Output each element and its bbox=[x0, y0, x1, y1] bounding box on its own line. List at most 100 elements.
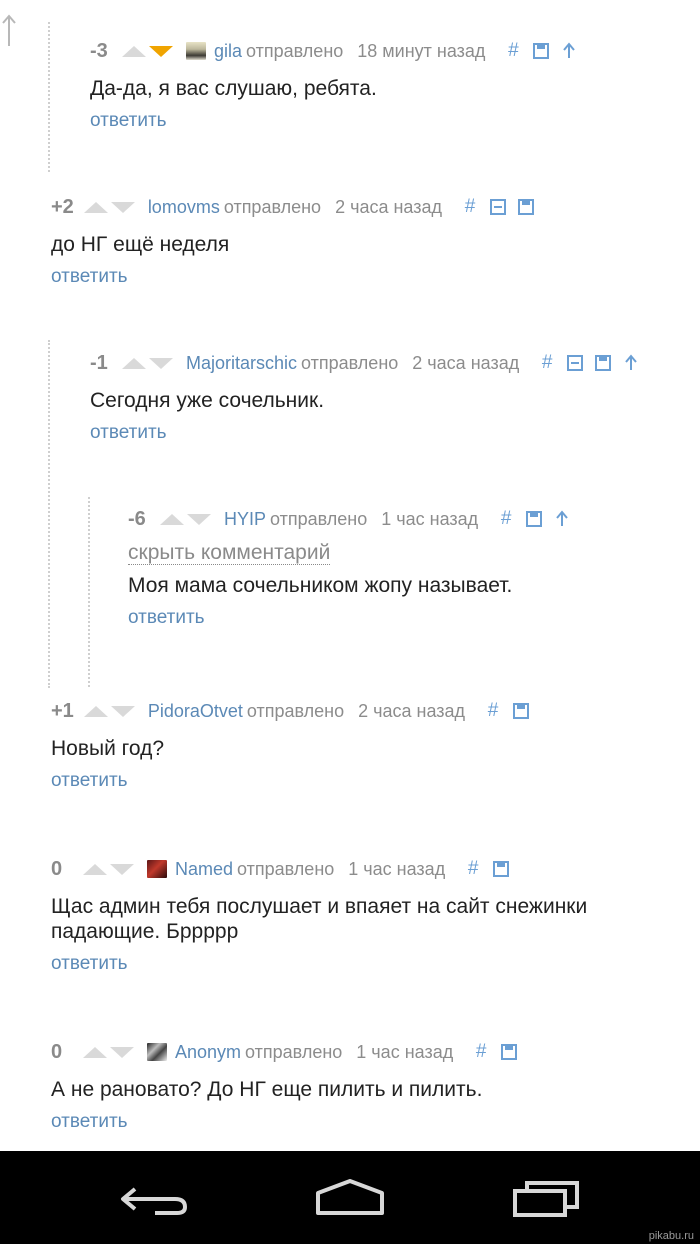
comment-text-line: падающие. Бррррр bbox=[51, 920, 239, 943]
username[interactable]: PidoraOtvet bbox=[148, 701, 243, 722]
upvote-icon[interactable] bbox=[83, 705, 108, 717]
downvote-icon[interactable] bbox=[149, 357, 173, 369]
sent-label: отправлено bbox=[246, 40, 344, 61]
floppy-icon[interactable] bbox=[591, 353, 615, 373]
username[interactable]: lomovms bbox=[148, 197, 220, 218]
thread-line bbox=[48, 22, 50, 172]
sent-label: отправлено bbox=[246, 700, 345, 721]
floppy-icon[interactable] bbox=[489, 859, 513, 879]
reply-link[interactable]: ответить bbox=[51, 266, 542, 288]
home-button-icon[interactable] bbox=[310, 1173, 390, 1223]
timestamp: 2 часа назад bbox=[358, 700, 466, 721]
permalink-icon[interactable]: # bbox=[535, 352, 559, 373]
downvote-icon[interactable] bbox=[110, 1046, 134, 1058]
comment-tools: # bbox=[494, 508, 578, 529]
minus-box-icon[interactable] bbox=[486, 197, 510, 217]
sent-label: отправлено bbox=[270, 508, 368, 529]
comment: -1 Majoritarschic отправлено 2 часа наза… bbox=[90, 348, 647, 444]
upvote-icon[interactable] bbox=[160, 513, 184, 525]
floppy-icon[interactable] bbox=[509, 701, 533, 721]
timestamp: 2 часа назад bbox=[412, 352, 520, 373]
comment-score: -1 bbox=[90, 351, 108, 374]
username[interactable]: Anonym bbox=[175, 1042, 241, 1063]
permalink-icon[interactable]: # bbox=[494, 508, 518, 529]
permalink-icon[interactable]: # bbox=[458, 196, 482, 217]
permalink-icon[interactable]: # bbox=[501, 40, 525, 61]
upvote-icon[interactable] bbox=[122, 45, 146, 57]
comment-meta: -1 Majoritarschic отправлено 2 часа наза… bbox=[90, 348, 647, 378]
hide-comment-link[interactable]: скрыть комментарий bbox=[128, 542, 331, 565]
comment-meta: -6 HYIP отправлено 1 час назад # bbox=[128, 504, 578, 534]
comment-text: до НГ ещё неделя bbox=[51, 233, 230, 256]
vote-controls bbox=[83, 201, 138, 213]
comment: -6 HYIP отправлено 1 час назад # скрыть … bbox=[128, 504, 578, 629]
permalink-icon[interactable]: # bbox=[469, 1041, 493, 1062]
comment-meta: +1 PidoraOtvet отправлено 2 часа назад # bbox=[51, 696, 537, 726]
timestamp: 18 минут назад bbox=[357, 40, 486, 61]
upvote-icon[interactable] bbox=[83, 201, 108, 213]
sent-label: отправлено bbox=[301, 352, 399, 373]
comment-tools: # bbox=[535, 352, 647, 373]
upvote-icon[interactable] bbox=[83, 863, 107, 875]
permalink-icon[interactable]: # bbox=[461, 858, 485, 879]
comment-tools: # bbox=[458, 196, 542, 217]
username[interactable]: HYIP bbox=[224, 509, 266, 530]
avatar[interactable] bbox=[186, 42, 206, 60]
comment-tools: # bbox=[469, 1041, 525, 1062]
timestamp: 1 час назад bbox=[356, 1041, 454, 1062]
comment: +2 lomovms отправлено 2 часа назад # до … bbox=[51, 192, 542, 288]
sent-label: отправлено bbox=[237, 858, 335, 879]
downvote-icon[interactable] bbox=[110, 863, 134, 875]
floppy-icon[interactable] bbox=[522, 509, 546, 529]
vote-controls bbox=[83, 863, 137, 875]
reply-link[interactable]: ответить bbox=[51, 953, 587, 975]
comment-tools: # bbox=[481, 700, 537, 721]
comment: 0 Named отправлено 1 час назад # Щас адм… bbox=[51, 854, 587, 975]
comment-text: Да-да, я вас слушаю, ребята. bbox=[90, 77, 377, 100]
username[interactable]: Named bbox=[175, 859, 233, 880]
comment: -3 gila отправлено 18 минут назад # Да-д… bbox=[90, 36, 585, 132]
reply-link[interactable]: ответить bbox=[51, 770, 537, 792]
downvote-icon[interactable] bbox=[187, 513, 211, 525]
comment: 0 Anonym отправлено 1 час назад # А не р… bbox=[51, 1037, 525, 1133]
minus-box-icon[interactable] bbox=[563, 353, 587, 373]
upvote-icon[interactable] bbox=[83, 1046, 107, 1058]
vote-controls bbox=[122, 357, 176, 369]
floppy-icon[interactable] bbox=[514, 197, 538, 217]
reply-link[interactable]: ответить bbox=[128, 607, 578, 629]
avatar[interactable] bbox=[147, 860, 167, 878]
floppy-icon[interactable] bbox=[497, 1042, 521, 1062]
avatar[interactable] bbox=[147, 1043, 167, 1061]
floppy-icon[interactable] bbox=[529, 41, 553, 61]
back-button-icon[interactable] bbox=[115, 1173, 195, 1223]
downvote-icon[interactable] bbox=[110, 705, 135, 717]
vote-controls bbox=[160, 513, 214, 525]
comment-score: +2 bbox=[51, 195, 74, 218]
recent-apps-button-icon[interactable] bbox=[505, 1173, 585, 1223]
downvote-icon[interactable] bbox=[149, 45, 173, 57]
reply-link[interactable]: ответить bbox=[90, 110, 585, 132]
comment-text: А не рановато? До НГ еще пилить и пилить… bbox=[51, 1078, 483, 1101]
username[interactable]: gila bbox=[214, 41, 242, 62]
permalink-icon[interactable]: # bbox=[481, 700, 505, 721]
comment-tools: # bbox=[501, 40, 585, 61]
username[interactable]: Majoritarschic bbox=[186, 353, 297, 374]
scroll-up-arrow-icon[interactable] bbox=[2, 14, 16, 48]
comment: +1 PidoraOtvet отправлено 2 часа назад #… bbox=[51, 696, 537, 792]
reply-link[interactable]: ответить bbox=[90, 422, 647, 444]
vote-controls bbox=[122, 45, 176, 57]
downvote-icon[interactable] bbox=[110, 201, 135, 213]
comment-meta: +2 lomovms отправлено 2 часа назад # bbox=[51, 192, 542, 222]
timestamp: 1 час назад bbox=[348, 858, 446, 879]
arrow-up-icon[interactable] bbox=[619, 353, 643, 373]
arrow-up-icon[interactable] bbox=[550, 509, 574, 529]
comment-meta: 0 Anonym отправлено 1 час назад # bbox=[51, 1037, 525, 1067]
comment-text: Сегодня уже сочельник. bbox=[90, 389, 325, 412]
upvote-icon[interactable] bbox=[122, 357, 146, 369]
reply-link[interactable]: ответить bbox=[51, 1111, 525, 1133]
thread-line bbox=[88, 497, 90, 687]
sent-label: отправлено bbox=[245, 1041, 343, 1062]
comment-score: 0 bbox=[51, 857, 63, 880]
sent-label: отправлено bbox=[223, 196, 322, 217]
arrow-up-icon[interactable] bbox=[557, 41, 581, 61]
